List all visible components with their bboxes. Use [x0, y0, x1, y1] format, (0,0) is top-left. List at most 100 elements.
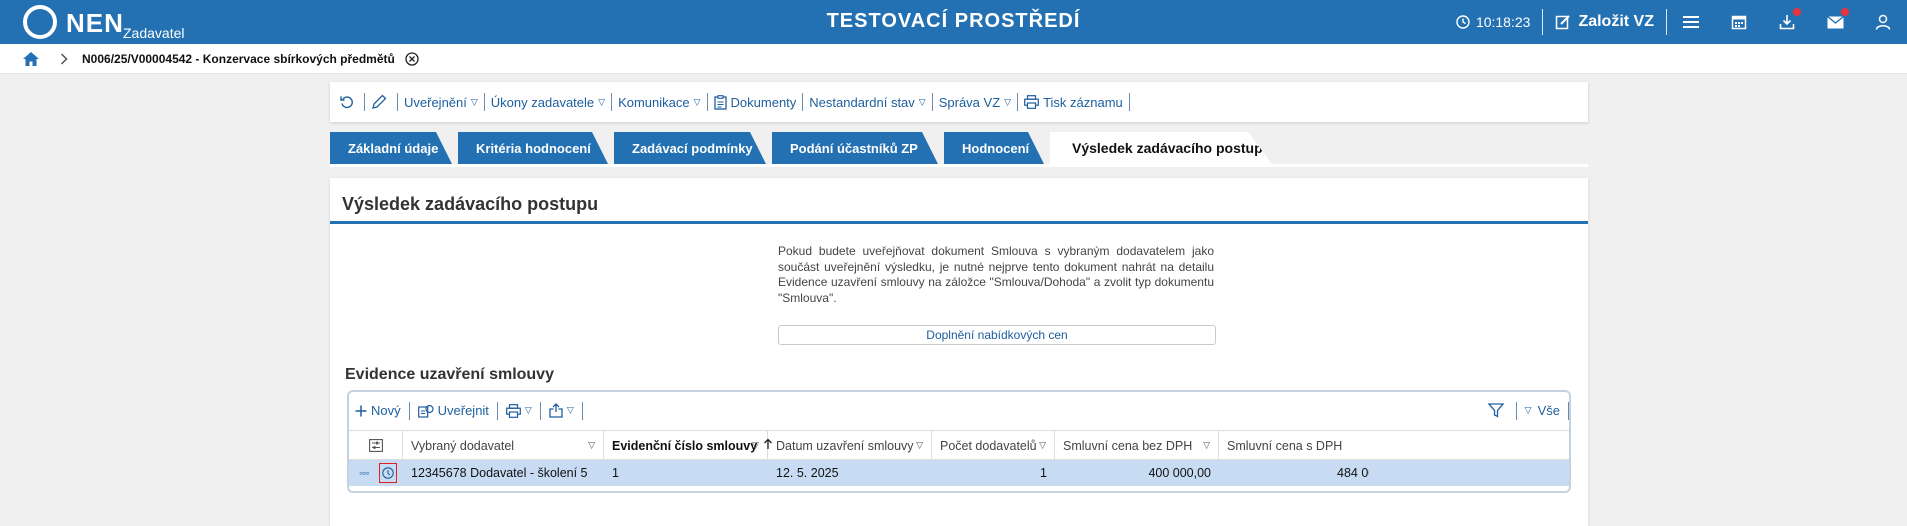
divider: [1017, 93, 1019, 111]
tab-label: Základní údaje: [348, 140, 439, 156]
panel-title: Výsledek zadávacího postupu: [342, 194, 599, 214]
info-circle-icon: [382, 467, 394, 479]
action-toolbar: Uveřejnění ▽ Úkony zadavatele ▽ Komunikace…: [330, 82, 1588, 122]
tab-vysledek-zadavaciho-postupu[interactable]: Výsledek zadávacího postupu: [1050, 132, 1272, 164]
result-panel: Výsledek zadávacího postupu Pokud budete…: [330, 178, 1588, 526]
home-icon: [23, 51, 39, 66]
close-circle-icon: [405, 51, 419, 66]
section-title: Evidence uzavření smlouvy: [345, 366, 554, 383]
envelope-icon: [1826, 15, 1844, 28]
nen-logo-icon[interactable]: [22, 4, 58, 40]
clock-value: 10:18:23: [1475, 14, 1531, 30]
edit-icon: [1556, 15, 1571, 30]
tab-label: Výsledek zadávacího postupu: [1072, 140, 1272, 156]
downloads-button[interactable]: [1763, 0, 1811, 44]
divider: [581, 401, 583, 420]
home-button[interactable]: [22, 51, 40, 67]
cell-price-no-vat: 400 000,00: [1148, 466, 1211, 480]
cell-price-vat: 484 000,00: [1337, 466, 1369, 480]
triangle-down-icon[interactable]: ▽: [752, 440, 759, 451]
create-vz-label: Založit VZ: [1578, 13, 1654, 30]
menu-nestandardni-stav[interactable]: Nestandardní stav ▽: [809, 95, 925, 110]
clipboard-icon: [713, 94, 727, 110]
user-icon: [1875, 14, 1891, 30]
panel-title-rule: [330, 221, 1588, 224]
menu-dokumenty-label: Dokumenty: [730, 94, 797, 110]
divider: [706, 93, 708, 111]
messages-button[interactable]: [1811, 0, 1859, 44]
printer-icon: [1024, 95, 1039, 109]
divider: [496, 401, 498, 420]
filter-icon: [1487, 403, 1504, 418]
breadcrumb: N006/25/V00004542 - Konzervace sbírkovýc…: [0, 44, 1907, 74]
divider: [1542, 9, 1544, 35]
cell-date: 12. 5. 2025: [776, 466, 839, 480]
print-dropdown[interactable]: ▽: [506, 403, 532, 418]
triangle-down-icon[interactable]: ▽: [1039, 440, 1046, 451]
triangle-down-icon: ▽: [1004, 96, 1012, 107]
user-button[interactable]: [1859, 0, 1907, 44]
column-header-date[interactable]: Datum uzavření smlouvy ▽: [768, 431, 932, 460]
divider: [483, 93, 485, 111]
tab-podani-ucastniku[interactable]: Podání účastníků ZP: [772, 132, 938, 164]
row-actions: ◦◦◦: [349, 460, 403, 486]
divider: [364, 93, 365, 111]
publish-icon: [417, 404, 434, 418]
cell-suppliers-count: 1: [1040, 466, 1047, 480]
tab-underline: [330, 164, 1588, 167]
export-dropdown[interactable]: ▽: [549, 403, 574, 418]
calendar-button[interactable]: [1715, 0, 1763, 44]
tab-zadavaci-podminky[interactable]: Zadávací podmínky: [614, 132, 766, 164]
download-icon: [1779, 15, 1795, 30]
top-right-area: 10:18:23 Založit VZ: [1444, 0, 1907, 44]
column-header-price-no-vat[interactable]: Smluvní cena bez DPH ▽: [1055, 431, 1219, 460]
plus-icon: [355, 405, 367, 416]
logo-text: NEN: [66, 8, 124, 38]
menu-dokumenty[interactable]: Dokumenty: [713, 94, 797, 110]
menu-komunikace-label: Komunikace: [618, 94, 690, 110]
triangle-down-icon[interactable]: ▽: [1203, 440, 1210, 451]
column-header-label: Datum uzavření smlouvy: [776, 438, 914, 453]
menu-komunikace[interactable]: Komunikace ▽: [618, 95, 700, 110]
divider: [1568, 401, 1569, 420]
menu-button[interactable]: [1667, 0, 1715, 44]
column-header-label: Evidenční číslo smlouvy: [612, 438, 758, 453]
refresh-button[interactable]: [340, 95, 358, 109]
breadcrumb-current[interactable]: N006/25/V00004542 - Konzervace sbírkovýc…: [82, 52, 395, 66]
grid-toolbar: Nový Uveřejnit ▽ ▽ ▽ Vše: [349, 392, 1569, 429]
new-button[interactable]: Nový: [355, 403, 401, 418]
filter-button[interactable]: [1487, 403, 1508, 418]
menu-ukony-zadavatele[interactable]: Úkony zadavatele ▽: [491, 95, 605, 110]
supplement-prices-button[interactable]: Doplnění nabídkových cen: [778, 325, 1216, 345]
tab-kriteria-hodnoceni[interactable]: Kritéria hodnocení: [458, 132, 608, 164]
menu-uverejneni[interactable]: Uveřejnění ▽: [404, 95, 478, 110]
column-header-suppliers-count[interactable]: Počet dodavatelů ▽: [932, 431, 1055, 460]
cell-contract-no: 1: [612, 466, 619, 480]
column-header-price-vat[interactable]: Smluvní cena s DPH: [1219, 431, 1369, 460]
pencil-icon: [372, 94, 387, 109]
triangle-down-icon[interactable]: ▽: [588, 440, 595, 451]
divider: [1128, 93, 1130, 111]
menu-tisk-zaznamu[interactable]: Tisk záznamu: [1024, 95, 1123, 110]
column-header-supplier[interactable]: Vybraný dodavatel ▽: [403, 431, 604, 460]
grid-toolbar-right: ▽ Vše: [1487, 392, 1569, 429]
publish-button[interactable]: Uveřejnit: [417, 403, 489, 418]
column-header-contract-no[interactable]: Evidenční číslo smlouvy ▽: [604, 431, 773, 460]
triangle-down-icon: ▽: [918, 96, 926, 107]
menu-tisk-label: Tisk záznamu: [1043, 94, 1123, 110]
notification-badge: [1841, 8, 1849, 16]
tab-label: Zadávací podmínky: [632, 140, 753, 156]
create-vz-button[interactable]: Založit VZ: [1543, 0, 1666, 44]
menu-sprava-vz[interactable]: Správa VZ ▽: [939, 95, 1011, 110]
detail-info-button[interactable]: [379, 463, 397, 483]
tab-hodnoceni[interactable]: Hodnocení: [944, 132, 1044, 164]
table-row[interactable]: ◦◦◦ 12345678 Dodavatel - školení 5 1 12.…: [349, 460, 1569, 486]
triangle-down-icon: ▽: [524, 405, 532, 415]
close-breadcrumb-button[interactable]: [405, 51, 419, 66]
edit-button[interactable]: [371, 94, 391, 110]
tab-zakladni-udaje[interactable]: Základní údaje: [330, 132, 452, 164]
column-settings-button[interactable]: [349, 431, 403, 460]
more-options-icon[interactable]: ◦◦◦: [359, 466, 370, 480]
filter-all-dropdown[interactable]: ▽ Vše: [1525, 403, 1560, 418]
triangle-down-icon[interactable]: ▽: [916, 440, 923, 451]
